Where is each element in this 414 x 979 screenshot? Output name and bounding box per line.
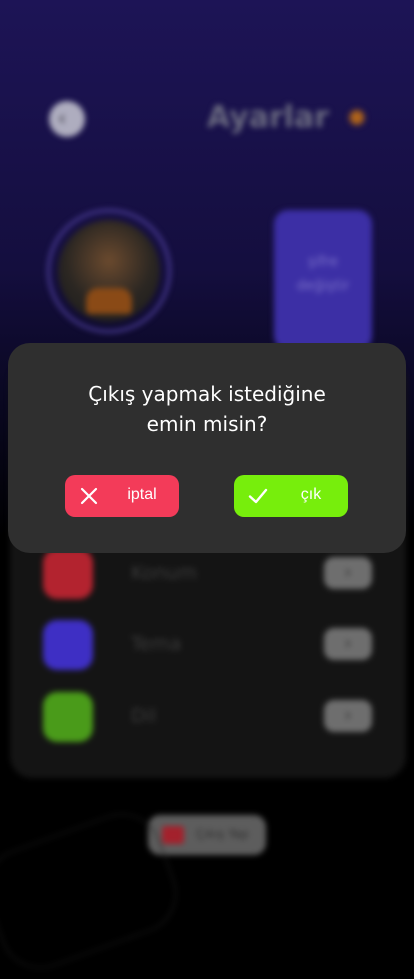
chevron-right-icon[interactable]: › — [324, 700, 372, 732]
back-button[interactable]: ‹ — [49, 101, 85, 137]
check-icon — [248, 488, 268, 504]
cancel-button[interactable]: iptal — [65, 475, 179, 517]
logout-button[interactable]: Çıkış Yap — [148, 815, 266, 855]
logout-confirm-dialog: Çıkış yapmak istediğine emin misin? ipta… — [8, 343, 406, 553]
translate-icon — [43, 692, 93, 742]
confirm-button-label: çık — [300, 486, 322, 503]
settings-row-label-language[interactable]: Dil — [131, 705, 156, 727]
location-pin-icon — [43, 549, 93, 599]
gear-icon: ✹ — [346, 104, 368, 134]
confirm-logout-button[interactable]: çık — [234, 475, 348, 517]
chevron-right-icon[interactable]: › — [324, 628, 372, 660]
cancel-button-label: iptal — [127, 486, 157, 503]
settings-row-label-theme[interactable]: Tema — [131, 633, 181, 655]
page-title: Ayarlar — [207, 100, 330, 135]
change-password-card[interactable]: şifre değiştir — [274, 210, 372, 350]
logout-icon — [162, 826, 184, 844]
close-icon — [80, 487, 98, 505]
logout-label: Çıkış Yap — [196, 827, 249, 841]
settings-row-label-location[interactable]: Konum — [131, 562, 197, 584]
chevron-left-icon: ‹ — [58, 106, 66, 130]
change-password-label: şifre değiştir — [296, 254, 350, 294]
avatar-figure — [86, 288, 132, 314]
chevron-right-icon[interactable]: › — [324, 557, 372, 589]
palette-icon — [43, 620, 93, 670]
dialog-message: Çıkış yapmak istediğine emin misin? — [88, 382, 326, 436]
avatar[interactable] — [58, 220, 160, 322]
